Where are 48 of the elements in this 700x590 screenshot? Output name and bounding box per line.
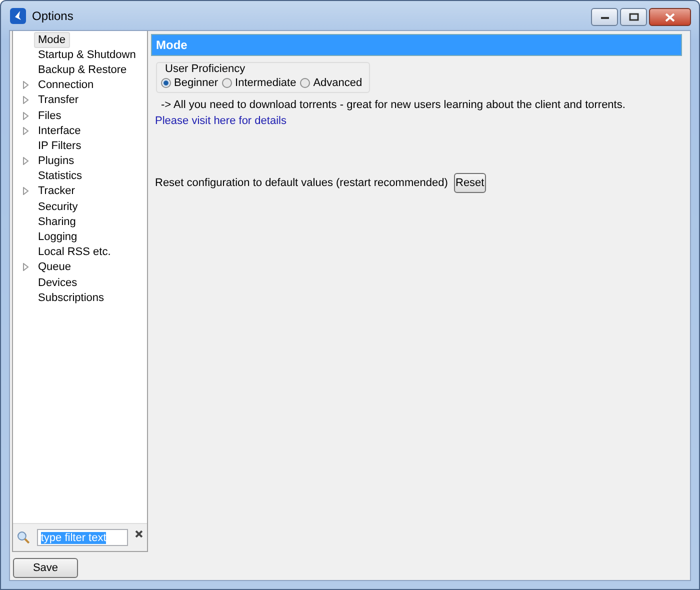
sidebar-item[interactable]: Devices xyxy=(34,274,82,291)
expand-icon[interactable] xyxy=(23,263,29,272)
sidebar-item[interactable]: Plugins xyxy=(34,153,78,170)
radio-button[interactable] xyxy=(161,78,171,88)
clear-icon[interactable] xyxy=(135,530,143,538)
details-link[interactable]: Please visit here for details xyxy=(155,115,286,127)
radio-label[interactable]: Intermediate xyxy=(235,77,296,89)
sidebar-item[interactable]: Tracker xyxy=(34,183,79,200)
sidebar-item[interactable]: Statistics xyxy=(34,168,86,184)
reset-label: Reset configuration to default values (restart recommended) xyxy=(155,177,448,189)
expand-icon[interactable] xyxy=(23,157,29,166)
search-icon xyxy=(17,531,30,544)
save-button[interactable]: Save xyxy=(13,558,78,578)
panel-header: Mode xyxy=(151,34,682,56)
maximize-button[interactable] xyxy=(620,8,647,26)
sidebar-item[interactable]: Queue xyxy=(34,259,76,276)
close-icon xyxy=(665,12,675,22)
radio-button[interactable] xyxy=(300,78,310,88)
mode-description: -> All you need to download torrents - great for new users learning about the client and torrents. xyxy=(161,99,626,111)
expand-icon[interactable] xyxy=(23,112,29,120)
radio-label[interactable]: Advanced xyxy=(313,77,362,89)
sidebar-item[interactable]: Local RSS etc. xyxy=(34,244,115,260)
sidebar-item[interactable]: Files xyxy=(34,108,66,124)
app-icon xyxy=(10,8,26,24)
sidebar-item[interactable]: Backup & Restore xyxy=(34,62,131,78)
minimize-icon xyxy=(600,14,610,20)
radio-label[interactable]: Beginner xyxy=(174,77,218,89)
radio-button[interactable] xyxy=(222,78,232,88)
sidebar-item[interactable]: Security xyxy=(34,198,82,215)
minimize-button[interactable] xyxy=(591,8,618,26)
expand-icon[interactable] xyxy=(23,81,29,90)
sidebar-item[interactable]: Connection xyxy=(34,77,98,94)
sidebar-item[interactable]: Sharing xyxy=(34,214,80,230)
close-button[interactable] xyxy=(649,8,691,26)
maximize-icon xyxy=(628,13,638,21)
expand-icon[interactable] xyxy=(23,187,29,196)
sidebar-item[interactable]: Subscriptions xyxy=(34,290,108,306)
sidebar-item[interactable]: Interface xyxy=(34,122,85,139)
sidebar-item[interactable]: Logging xyxy=(34,229,82,246)
expand-icon[interactable] xyxy=(23,126,29,135)
sidebar-item[interactable]: Transfer xyxy=(34,92,83,108)
window-title: Options xyxy=(32,8,74,22)
expand-icon[interactable] xyxy=(23,96,29,104)
group-label: User Proficiency xyxy=(165,63,246,76)
sidebar-item[interactable]: Mode xyxy=(34,32,70,48)
sidebar-item[interactable]: Startup & Shutdown xyxy=(34,46,140,63)
sidebar-item[interactable]: IP Filters xyxy=(34,138,86,154)
reset-button[interactable]: Reset xyxy=(454,173,486,193)
